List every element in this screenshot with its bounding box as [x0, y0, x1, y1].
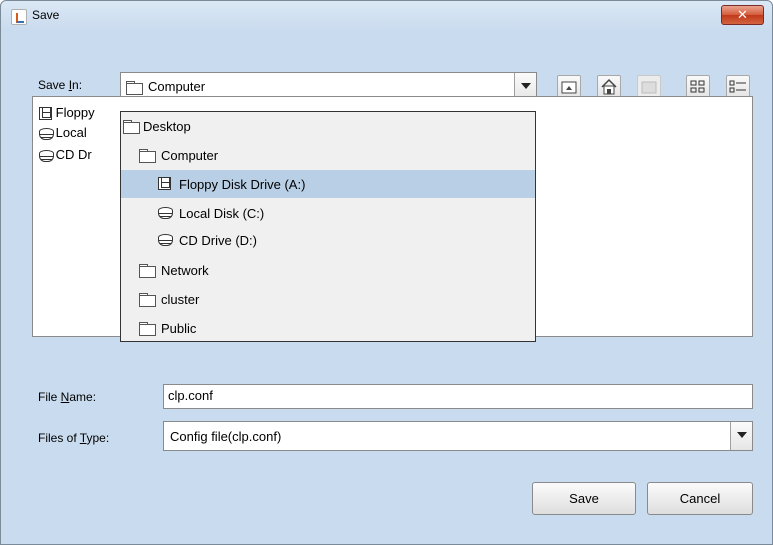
folder-icon: [139, 264, 156, 278]
close-button[interactable]: ✕: [721, 5, 764, 25]
java-app-icon: [11, 9, 27, 25]
home-icon: [601, 78, 617, 95]
list-item[interactable]: CD Dr: [39, 147, 92, 162]
folder-icon: [139, 149, 156, 163]
file-type-combo[interactable]: Config file(clp.conf): [163, 421, 753, 451]
window-title: Save: [32, 8, 60, 22]
folder-icon: [139, 322, 156, 336]
floppy-icon: [39, 107, 52, 121]
list-item[interactable]: Floppy: [39, 105, 95, 121]
file-type-label: Files of Type:: [38, 431, 110, 445]
list-item[interactable]: Local: [39, 125, 87, 140]
up-folder-icon: [561, 81, 577, 94]
file-name-field[interactable]: clp.conf: [163, 384, 753, 409]
file-type-value: Config file(clp.conf): [170, 429, 282, 444]
new-folder-icon: [641, 81, 657, 94]
list-view-icon: [690, 80, 705, 93]
save-in-label: Save In:: [38, 78, 83, 92]
save-in-value: Computer: [148, 79, 206, 94]
cancel-button[interactable]: Cancel: [647, 482, 753, 515]
disk-icon: [158, 234, 173, 246]
save-button[interactable]: Save: [532, 482, 636, 515]
dropdown-item-cd-drive[interactable]: CD Drive (D:): [121, 226, 535, 254]
dropdown-item-public[interactable]: Public: [121, 314, 535, 342]
details-view-icon: [729, 80, 746, 93]
dropdown-item-computer[interactable]: Computer: [121, 141, 535, 169]
dropdown-item-network[interactable]: Network: [121, 256, 535, 284]
chevron-down-icon[interactable]: [730, 422, 752, 450]
floppy-icon: [158, 177, 171, 190]
folder-icon: [123, 120, 140, 134]
save-in-dropdown: Desktop Computer Floppy Disk Drive (A:) …: [120, 111, 536, 342]
folder-icon: [126, 81, 143, 95]
dropdown-item-cluster[interactable]: cluster: [121, 285, 535, 313]
dropdown-item-local-disk[interactable]: Local Disk (C:): [121, 199, 535, 227]
folder-icon: [139, 293, 156, 307]
dropdown-item-desktop[interactable]: Desktop: [121, 112, 535, 140]
disk-icon: [39, 149, 54, 162]
disk-icon: [39, 127, 54, 140]
title-bar[interactable]: Save ✕: [1, 1, 772, 31]
file-name-label: File Name:: [38, 390, 97, 404]
disk-icon: [158, 207, 173, 219]
dropdown-item-floppy-drive[interactable]: Floppy Disk Drive (A:): [121, 170, 535, 198]
